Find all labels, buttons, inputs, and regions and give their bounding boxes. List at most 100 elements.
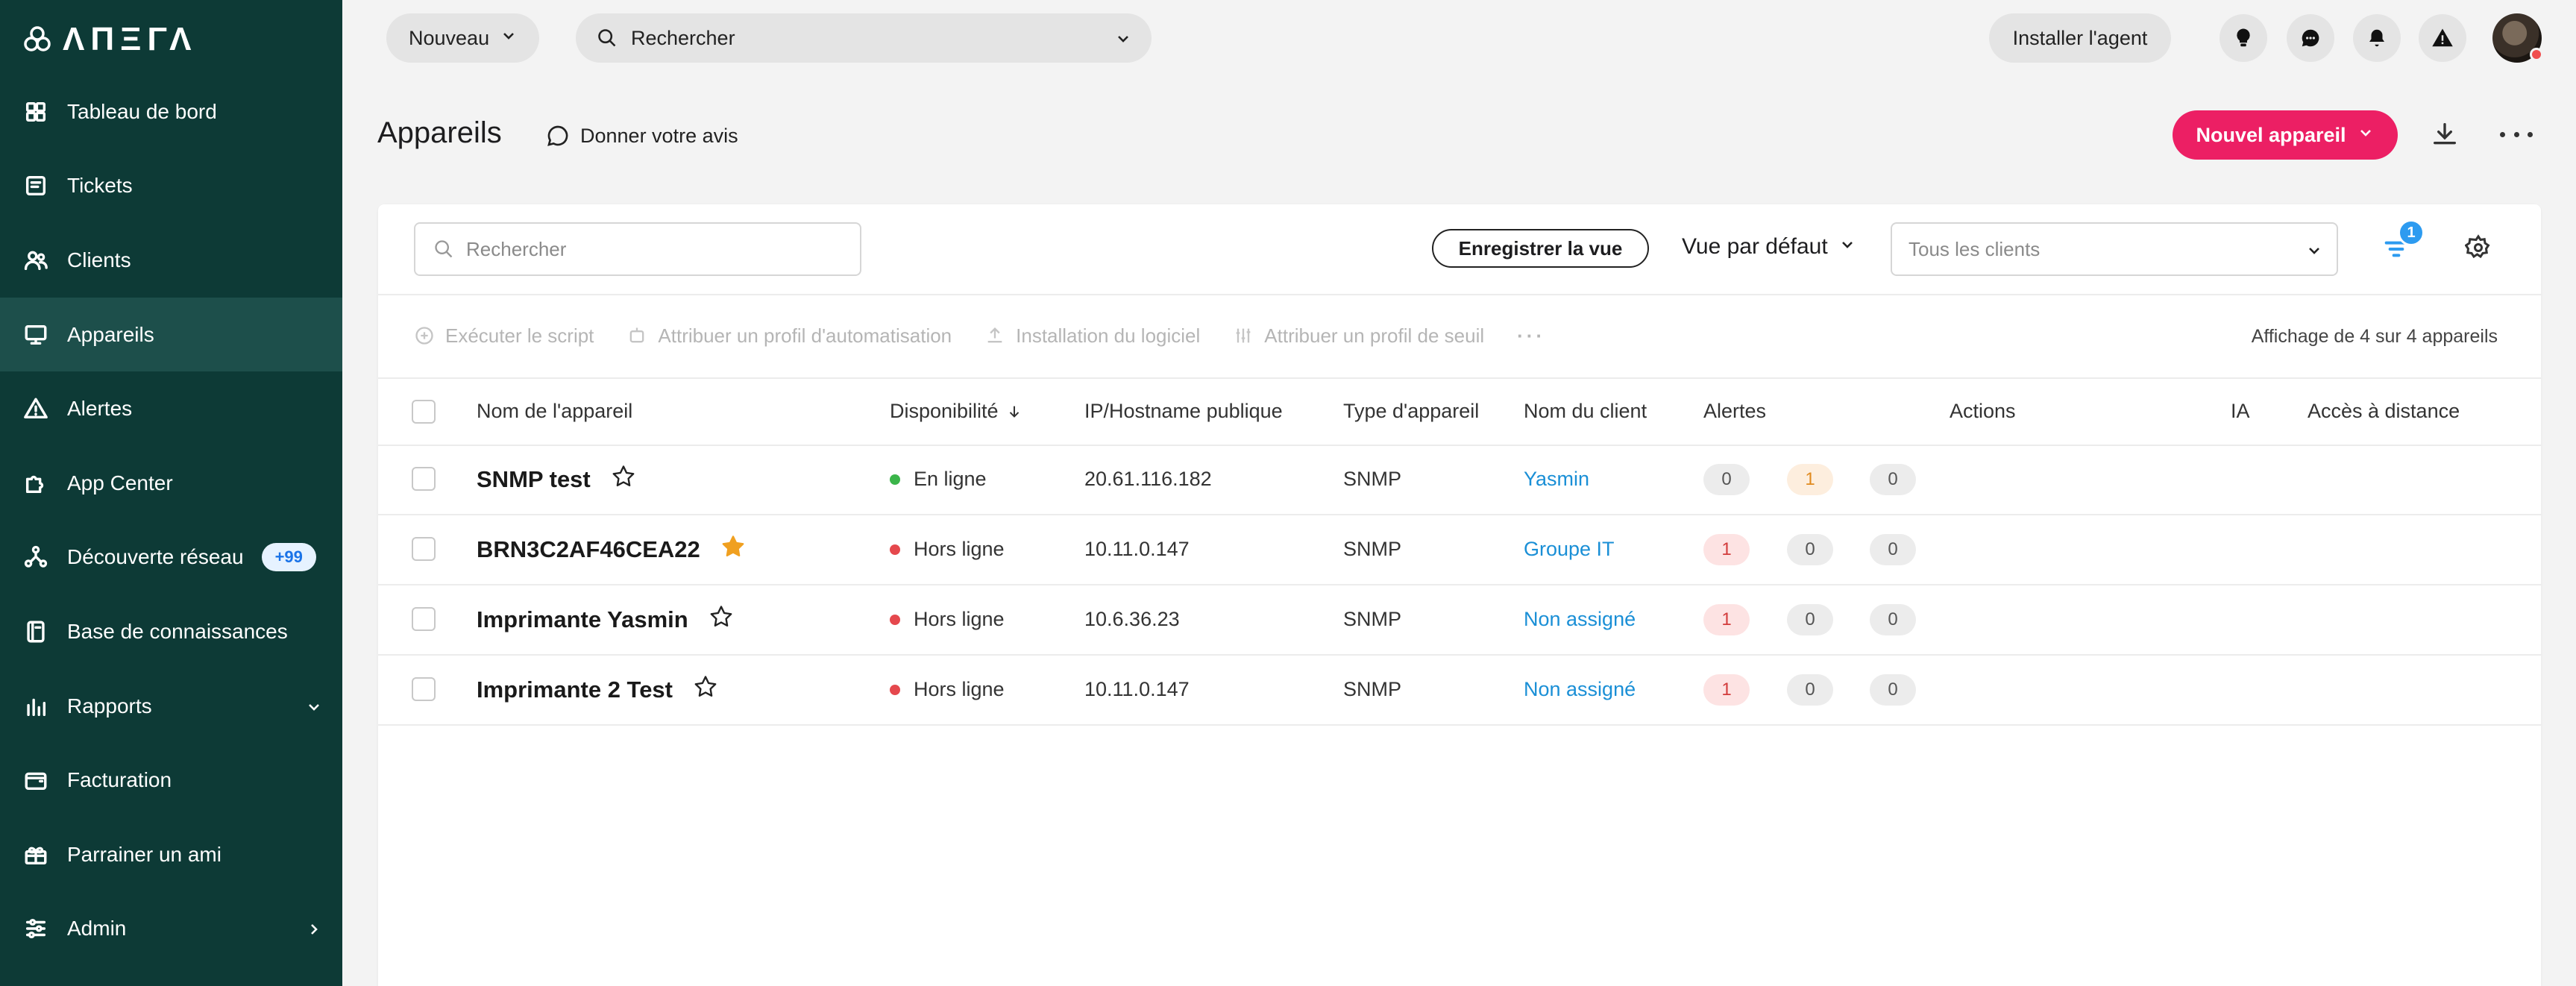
sidebar-item-app-center[interactable]: App Center — [0, 446, 342, 521]
table-row[interactable]: Imprimante 2 Test Hors ligne 10.11.0.147 SN… — [378, 655, 2541, 726]
device-type-cell: SNMP — [1343, 538, 1402, 560]
device-name[interactable]: SNMP test — [477, 466, 591, 493]
favorite-star-icon[interactable] — [692, 673, 719, 706]
chevron-down-icon — [500, 27, 518, 50]
client-link[interactable]: Non assigné — [1524, 585, 1636, 654]
install-agent-button[interactable]: Installer l'agent — [1989, 13, 2171, 63]
divider — [378, 377, 2541, 379]
column-header-name[interactable]: Nom de l'appareil — [477, 400, 632, 423]
device-name-cell[interactable]: SNMP test — [477, 445, 637, 514]
sidebar-item-facturation[interactable]: Facturation — [0, 743, 342, 817]
sidebar: ΛΠΞΓΛ Tableau de bord Tickets Clients Appar… — [0, 0, 342, 986]
sidebar-item-parrainer-un-ami[interactable]: Parrainer un ami — [0, 817, 342, 892]
gear-icon — [2464, 234, 2490, 259]
select-all-checkbox[interactable] — [412, 400, 436, 424]
user-avatar[interactable] — [2492, 13, 2543, 63]
alert-count-badge[interactable]: 1 — [1703, 534, 1750, 565]
row-checkbox[interactable] — [412, 537, 436, 561]
favorite-star-icon[interactable] — [708, 603, 735, 636]
assign-automation-button[interactable]: Attribuer un profil d'automatisation — [626, 324, 952, 348]
status-dot — [890, 614, 900, 625]
device-name[interactable]: BRN3C2AF46CEA22 — [477, 536, 700, 563]
notifications-button[interactable] — [2353, 14, 2401, 62]
device-name-cell[interactable]: BRN3C2AF46CEA22 — [477, 515, 747, 584]
table-row[interactable]: BRN3C2AF46CEA22 Hors ligne 10.11.0.147 SNMP… — [378, 515, 2541, 585]
sidebar-item-clients[interactable]: Clients — [0, 223, 342, 298]
sidebar-item-label: Facturation — [67, 768, 172, 792]
feedback-link[interactable]: Donner votre avis — [546, 124, 738, 148]
download-button[interactable] — [2430, 119, 2460, 149]
sidebar-item-label: App Center — [67, 471, 173, 494]
alert-count-badge[interactable]: 0 — [1787, 604, 1833, 635]
table-row[interactable]: SNMP test En ligne 20.61.116.182 SNMP Yasmin… — [378, 445, 2541, 515]
global-search[interactable]: Rechercher — [576, 13, 1152, 63]
alert-count-badge[interactable]: 0 — [1870, 604, 1916, 635]
column-header-ai: IA — [2231, 400, 2250, 422]
column-header-ip[interactable]: IP/Hostname publique — [1084, 400, 1283, 423]
users-icon — [22, 247, 49, 274]
alert-count-badge[interactable]: 0 — [1870, 534, 1916, 565]
sidebar-item-label: Tableau de bord — [67, 99, 217, 123]
status-dot — [890, 684, 900, 695]
column-header-actions: Actions — [1950, 400, 2016, 422]
lightbulb-icon — [2237, 28, 2250, 47]
alert-count-badge[interactable]: 1 — [1703, 604, 1750, 635]
alert-count-badge[interactable]: 0 — [1870, 464, 1916, 495]
device-name[interactable]: Imprimante Yasmin — [477, 606, 688, 633]
column-header-alerts[interactable]: Alertes — [1703, 400, 1766, 423]
device-search-placeholder: Rechercher — [466, 237, 567, 260]
device-name[interactable]: Imprimante 2 Test — [477, 676, 673, 703]
view-select[interactable]: Vue par défaut — [1682, 234, 1856, 260]
alert-count-badge[interactable]: 0 — [1703, 464, 1750, 495]
new-dropdown-button[interactable]: Nouveau — [386, 13, 539, 63]
alert-count-badge[interactable]: 1 — [1787, 464, 1833, 495]
sidebar-item-label: Rapports — [67, 694, 152, 717]
sidebar-item-admin[interactable]: Admin — [0, 892, 342, 967]
favorite-star-icon[interactable] — [610, 463, 637, 496]
column-header-availability[interactable]: Disponibilité — [890, 400, 1022, 423]
alert-count-badge[interactable]: 0 — [1787, 674, 1833, 706]
column-header-type[interactable]: Type d'appareil — [1343, 400, 1479, 423]
sidebar-item-decouverte-reseau[interactable]: Découverte réseau +99 — [0, 521, 342, 595]
sidebar-item-tableau-de-bord[interactable]: Tableau de bord — [0, 75, 342, 149]
table-row[interactable]: Imprimante Yasmin Hors ligne 10.6.36.23 SNM… — [378, 585, 2541, 656]
row-checkbox[interactable] — [412, 677, 436, 701]
column-header-client[interactable]: Nom du client — [1524, 400, 1647, 423]
sidebar-item-rapports[interactable]: Rapports — [0, 669, 342, 744]
device-name-cell[interactable]: Imprimante Yasmin — [477, 585, 735, 654]
row-checkbox[interactable] — [412, 607, 436, 631]
lightbulb-button[interactable] — [2220, 14, 2267, 62]
save-view-button[interactable]: Enregistrer la vue — [1432, 229, 1649, 268]
sidebar-item-label: Appareils — [67, 322, 154, 346]
alert-count-badge[interactable]: 0 — [1787, 534, 1833, 565]
sidebar-item-tickets[interactable]: Tickets — [0, 149, 342, 224]
sidebar-item-base-de-connaissances[interactable]: Base de connaissances — [0, 594, 342, 669]
table-settings-button[interactable] — [2464, 234, 2495, 264]
install-software-button[interactable]: Installation du logiciel — [984, 324, 1200, 348]
row-checkbox[interactable] — [412, 467, 436, 491]
run-script-button[interactable]: Exécuter le script — [414, 324, 594, 348]
warning-button[interactable] — [2419, 14, 2466, 62]
client-link[interactable]: Yasmin — [1524, 445, 1589, 514]
chat-button[interactable] — [2287, 14, 2334, 62]
availability-cell: En ligne — [890, 445, 987, 514]
clients-select[interactable]: Tous les clients — [1891, 222, 2338, 276]
alert-count-badge[interactable]: 0 — [1870, 674, 1916, 706]
device-name-cell[interactable]: Imprimante 2 Test — [477, 655, 719, 724]
logo[interactable]: ΛΠΞΓΛ — [22, 21, 197, 58]
more-options-button[interactable] — [2500, 119, 2533, 149]
sidebar-item-alertes[interactable]: Alertes — [0, 371, 342, 446]
client-link[interactable]: Non assigné — [1524, 655, 1636, 724]
assign-threshold-button[interactable]: Attribuer un profil de seuil — [1233, 324, 1484, 348]
new-device-button[interactable]: Nouvel appareil — [2173, 110, 2398, 160]
device-search-input[interactable]: Rechercher — [414, 222, 861, 276]
feedback-label: Donner votre avis — [580, 124, 738, 147]
more-actions-button[interactable]: ··· — [1517, 324, 1545, 348]
alert-count-badge[interactable]: 1 — [1703, 674, 1750, 706]
sort-down-icon — [1009, 406, 1019, 418]
favorite-star-icon[interactable] — [720, 533, 747, 566]
run-script-label: Exécuter le script — [445, 324, 594, 347]
chevron-right-icon — [305, 920, 323, 938]
client-link[interactable]: Groupe IT — [1524, 515, 1615, 584]
sidebar-item-appareils[interactable]: Appareils — [0, 297, 342, 372]
